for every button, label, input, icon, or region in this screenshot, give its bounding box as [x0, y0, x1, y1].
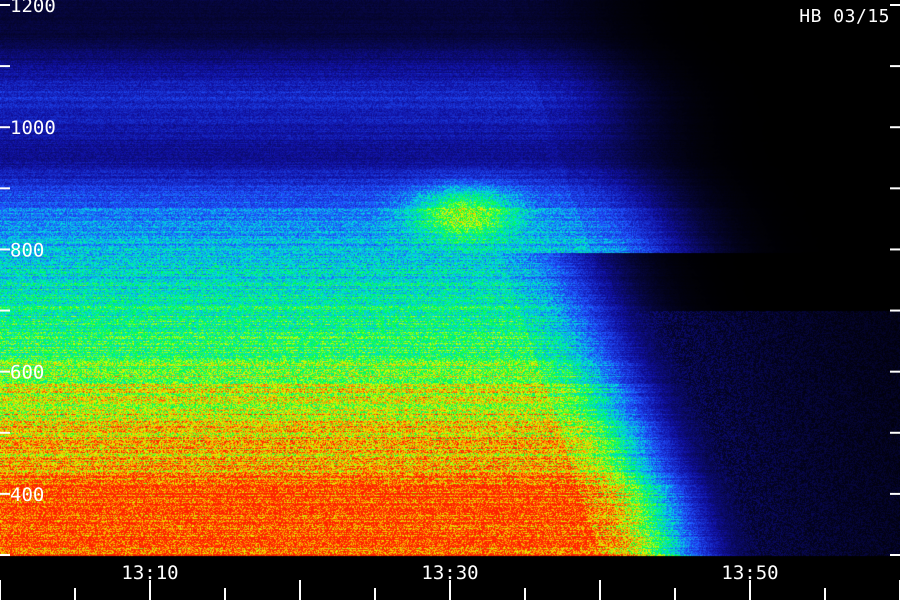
- y-tick-label: 1000: [10, 117, 56, 139]
- x-tick-label: 13:50: [721, 562, 778, 584]
- y-tick-label: 1200: [10, 0, 56, 17]
- x-axis-labels: 13:10 13:30 13:50: [121, 562, 778, 584]
- station-date-label: HB 03/15: [799, 6, 890, 27]
- y-tick-label: 800: [10, 239, 44, 261]
- y-axis-ticks-left: [0, 4, 10, 556]
- y-tick-label: 600: [10, 362, 44, 384]
- x-tick-label: 13:10: [121, 562, 178, 584]
- y-tick-label: 400: [10, 484, 44, 506]
- y-axis-labels: 400 600 800 1000 1200: [10, 0, 56, 506]
- y-axis-ticks-right: [890, 4, 900, 556]
- chart-axes: 400 600 800 1000 1200 13:10 13:30 13:50: [0, 0, 900, 600]
- x-tick-label: 13:30: [421, 562, 478, 584]
